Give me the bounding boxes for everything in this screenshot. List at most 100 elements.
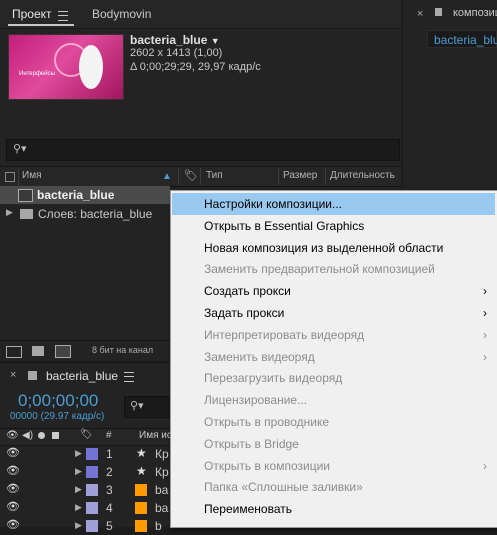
expand-arrow-icon[interactable]: ▶ [75,502,82,513]
tag-icon[interactable]: 🏷 [184,169,198,182]
submenu-chevron-icon: › [483,302,487,324]
layer-color-label[interactable] [86,466,98,478]
composition-icon [18,189,33,202]
bit-depth-label[interactable]: 8 бит на канал [92,345,153,355]
timeline-layer-row[interactable]: 👁 ▶ 1 ★ Кр [0,445,170,463]
eye-icon[interactable]: 👁 [6,464,20,477]
layer-name[interactable]: ba [155,501,168,515]
video-visibility-icon[interactable]: 👁 [6,430,19,441]
menu-item-label: Задать прокси [204,306,284,320]
timeline-layer-row[interactable]: 👁 ▶ 3 ba [0,481,170,499]
comp-name-text: bacteria_blue [130,33,207,47]
layer-name[interactable]: b [155,519,162,533]
current-time-display[interactable]: 0;00;00;00 [18,391,98,411]
project-item-row[interactable]: bacteria_blue [0,186,170,204]
menu-item-label: Лицензирование... [204,393,307,407]
eye-icon[interactable]: 👁 [6,446,20,459]
comp-duration: Δ 0;00;29;29, 29,97 кадр/с [130,61,261,73]
menu-item-label: Открыть в композиции [204,459,330,473]
tab-project[interactable]: Проект [12,7,52,21]
layer-color-label[interactable] [86,484,98,496]
context-menu-item: Заменить предварительной композицией [172,258,495,280]
active-tab-indicator [8,24,74,26]
menu-item-label: Заменить предварительной композицией [204,262,435,276]
sort-ascending-icon[interactable]: ▲ [162,171,172,182]
context-menu-item[interactable]: Настройки композиции... [172,193,495,215]
project-search-input[interactable]: ⚲▾ [6,139,400,161]
solo-icon[interactable] [38,432,45,439]
thumbnail-shape [79,45,103,89]
label-tag-icon[interactable]: 🏷 [80,429,93,440]
layer-number: 5 [106,519,113,533]
context-menu-item: Открыть в проводнике [172,411,495,433]
menu-item-label: Настройки композиции... [204,197,342,211]
shape-layer-icon: ★ [136,446,147,460]
column-layer-number[interactable]: # [106,430,112,441]
close-icon[interactable]: × [417,8,423,20]
context-menu-item[interactable]: Открыть в Essential Graphics [172,215,495,237]
new-folder-icon[interactable] [32,346,44,356]
layer-name[interactable]: Кр [155,465,169,479]
shape-layer-icon: ★ [136,464,147,478]
selected-comp-name: bacteria_blue ▼ [130,33,220,47]
layer-color-label[interactable] [86,502,98,514]
context-menu-item[interactable]: Переименовать [172,498,495,520]
audio-icon[interactable]: ◀) [22,430,33,441]
column-name[interactable]: Имя [22,170,41,181]
frame-rate-display: 00000 (29.97 кадр/с) [10,411,104,422]
timeline-layer-row[interactable]: 👁 ▶ 5 b [0,517,170,535]
layer-color-label[interactable] [86,520,98,532]
dropdown-arrow-icon[interactable]: ▼ [211,36,220,46]
folder-icon [20,209,33,219]
column-duration[interactable]: Длительность [330,170,395,181]
expand-arrow-icon[interactable]: ▶ [75,466,82,477]
label-column-icon[interactable] [5,172,15,182]
eye-icon[interactable]: 👁 [6,482,20,495]
illustrator-file-icon [135,520,147,532]
interpret-footage-icon[interactable] [6,346,22,358]
tab-bodymovin[interactable]: Bodymovin [92,7,151,21]
composition-viewer-tab[interactable]: bacteria_blue [427,30,497,48]
context-menu-item: Заменить видеоряд› [172,346,495,368]
submenu-chevron-icon: › [483,455,487,477]
column-size[interactable]: Размер [283,170,317,181]
project-tabbar: Проект Bodymovin [0,0,401,29]
illustrator-file-icon [135,484,147,496]
context-menu-item: Интерпретировать видеоряд › [172,324,495,346]
context-menu-item[interactable]: Создать прокси› [172,280,495,302]
expand-arrow-icon[interactable]: ▶ [75,484,82,495]
submenu-chevron-icon: › [483,346,487,368]
close-icon[interactable]: × [10,369,16,381]
menu-item-label: Новая композиция из выделенной области [204,241,443,255]
column-source-name[interactable]: Имя ис [139,430,172,441]
layer-name[interactable]: Кр [155,447,169,461]
menu-item-label: Открыть в Bridge [204,437,299,451]
layer-color-label[interactable] [86,448,98,460]
expand-arrow-icon[interactable]: ▶ [6,207,13,218]
context-menu-item[interactable]: Задать прокси › [172,302,495,324]
expand-arrow-icon[interactable]: ▶ [75,448,82,459]
lock-icon[interactable] [435,8,442,16]
timeline-layer-row[interactable]: 👁 ▶ 2 ★ Кр [0,463,170,481]
context-menu-item[interactable]: Новая композиция из выделенной области [172,237,495,259]
composition-tab-label[interactable]: композици [453,7,497,19]
submenu-chevron-icon: › [483,324,487,346]
panel-menu-icon[interactable] [124,372,134,382]
menu-item-label: Интерпретировать видеоряд [204,328,364,342]
submenu-chevron-icon: › [483,280,487,302]
project-item-row[interactable]: ▶ Слоев: bacteria_blue [0,205,170,223]
menu-item-label: Перезагрузить видеоряд [204,371,342,385]
column-type[interactable]: Тип [206,170,223,181]
layer-name[interactable]: ba [155,483,168,497]
timeline-tab[interactable]: bacteria_blue [46,369,118,383]
eye-icon[interactable]: 👁 [6,518,20,531]
panel-menu-icon[interactable] [58,11,68,21]
composition-color-icon [28,371,37,380]
new-composition-icon[interactable] [55,345,71,358]
item-name: Слоев: bacteria_blue [38,207,152,221]
layer-number: 4 [106,501,113,515]
timeline-layer-row[interactable]: 👁 ▶ 4 ba [0,499,170,517]
lock-icon[interactable] [52,432,59,439]
menu-item-label: Открыть в Essential Graphics [204,219,364,233]
eye-icon[interactable]: 👁 [6,500,20,513]
